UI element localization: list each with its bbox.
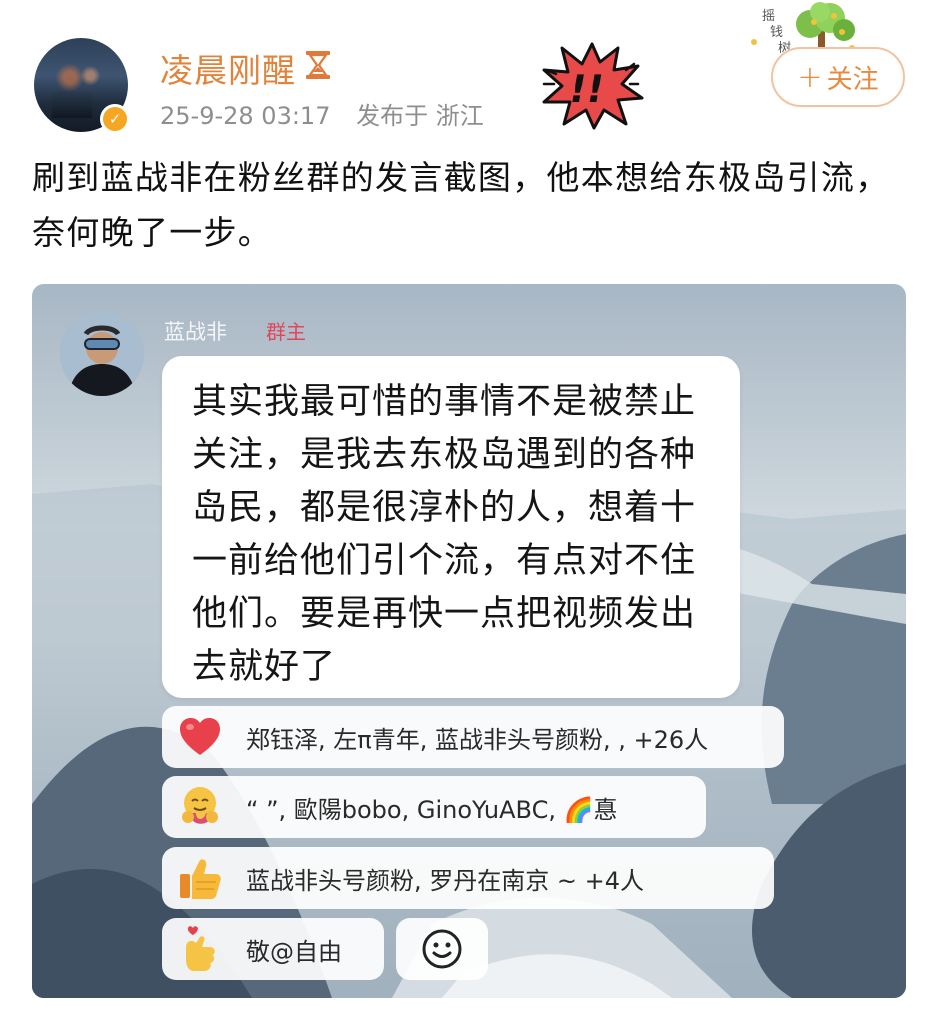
author-name[interactable]: 凌晨刚醒 xyxy=(160,44,296,92)
post-date: 25-9-28 03:17 xyxy=(160,102,331,130)
exclaim-sticker-icon: !! xyxy=(542,42,644,130)
reaction-users: “ ”, 歐陽bobo, GinoYuABC, 🌈惪 xyxy=(246,795,618,824)
hug-emoji-icon xyxy=(182,787,218,824)
post-location: 发布于 浙江 xyxy=(356,102,484,130)
sender-name[interactable]: 蓝战非 xyxy=(164,316,227,346)
reaction-row-heart[interactable]: 郑钰泽, 左π青年, 蓝战非头号颜粉, , +26人 xyxy=(162,706,784,768)
verified-badge-icon: ✓ xyxy=(100,104,130,134)
smiley-face-icon xyxy=(422,929,462,969)
svg-text:钱: 钱 xyxy=(770,25,783,40)
reaction-users: 郑钰泽, 左π青年, 蓝战非头号颜粉, , +26人 xyxy=(246,725,709,754)
sender-avatar[interactable] xyxy=(60,312,144,396)
reaction-users: 蓝战非头号颜粉, 罗丹在南京 ~ +4人 xyxy=(246,866,645,895)
post-meta: 25-9-28 03:17 发布于 浙江 xyxy=(160,96,484,131)
heart-icon xyxy=(180,718,220,755)
follow-label: 关注 xyxy=(826,64,879,95)
thumbs-up-icon xyxy=(180,859,221,899)
hourglass-icon xyxy=(306,51,330,79)
reaction-row-hug[interactable]: “ ”, 歐陽bobo, GinoYuABC, 🌈惪 xyxy=(162,776,706,838)
add-reaction-button[interactable] xyxy=(396,918,488,980)
reaction-row-thumbs-up[interactable]: 蓝战非头号颜粉, 罗丹在南京 ~ +4人 xyxy=(162,847,774,909)
sender-role-badge: 群主 xyxy=(266,320,306,344)
follow-button[interactable]: + 关注 xyxy=(771,47,905,107)
reaction-row-finger-heart[interactable]: 敬@自由 xyxy=(162,918,384,980)
message-bubble[interactable]: 其实我最可惜的事情不是被禁止关注，是我去东极岛遇到的各种岛民，都是很淳朴的人，想… xyxy=(162,356,740,698)
chat-screenshot-image[interactable]: 蓝战非 群主 其实我最可惜的事情不是被禁止关注，是我去东极岛遇到的各种岛民，都是… xyxy=(32,284,906,998)
svg-text:摇: 摇 xyxy=(762,9,775,24)
post-text: 刷到蓝战非在粉丝群的发言截图，他本想给东极岛引流，奈何晚了一步。 xyxy=(32,158,890,252)
plus-icon: + xyxy=(797,59,823,95)
finger-heart-icon xyxy=(186,926,215,971)
reaction-users: 敬@自由 xyxy=(246,937,342,966)
